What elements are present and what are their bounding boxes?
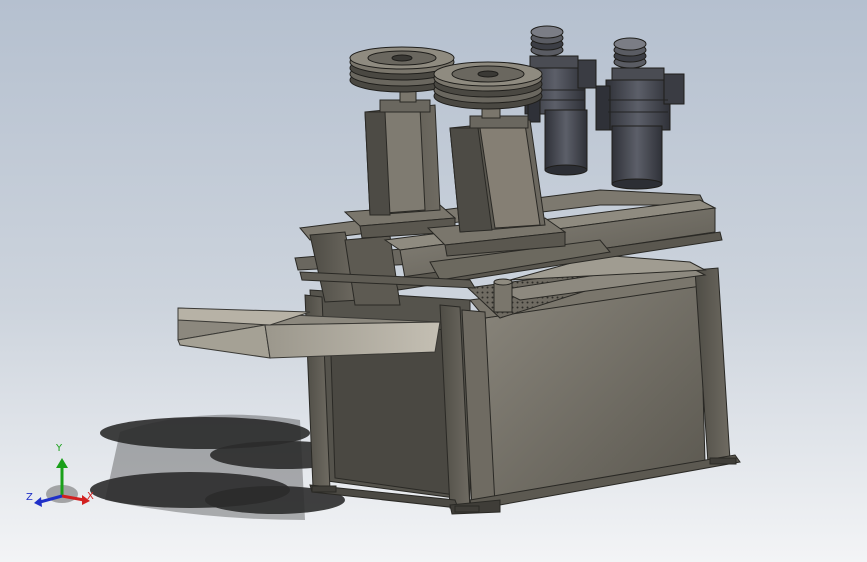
foot-left (311, 485, 337, 493)
spindle-shaft (493, 278, 513, 313)
electric-motor-right[interactable] (595, 37, 685, 190)
z-axis-arrow (34, 497, 42, 507)
foot-mid (454, 505, 480, 513)
z-axis-label: Z (26, 492, 33, 503)
foot-right (709, 457, 737, 465)
axis-triad[interactable] (34, 458, 90, 507)
y-axis-label: Y (56, 443, 63, 454)
y-axis-arrow (56, 458, 68, 468)
belt-pulley-front[interactable] (433, 61, 543, 110)
gearbox-pedestal-front[interactable] (426, 93, 567, 257)
x-axis-label: X (87, 491, 94, 502)
cad-viewport[interactable] (0, 0, 867, 562)
beam-cross-3 (344, 235, 401, 306)
